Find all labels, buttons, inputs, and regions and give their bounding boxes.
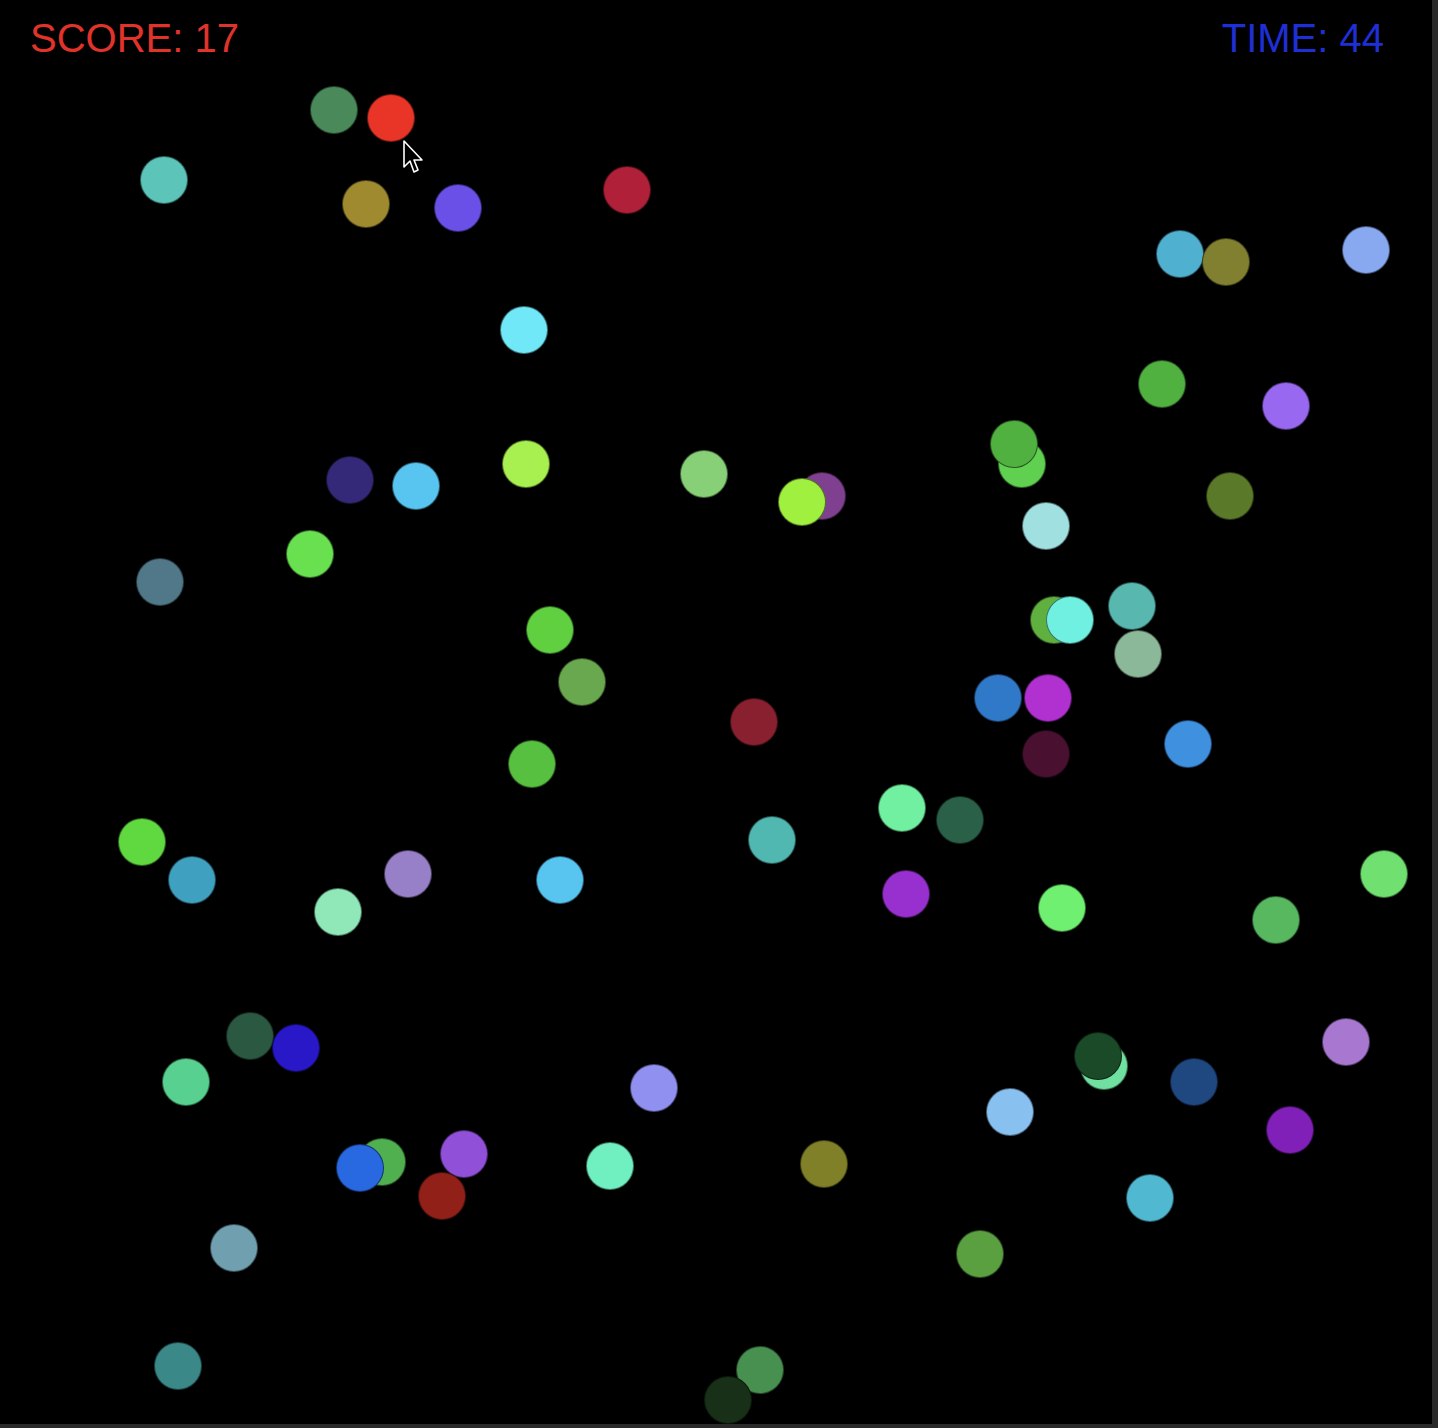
ball[interactable] xyxy=(1206,472,1254,520)
ball[interactable] xyxy=(272,1024,320,1072)
ball[interactable] xyxy=(1170,1058,1218,1106)
ball[interactable] xyxy=(154,1342,202,1390)
ball[interactable] xyxy=(586,1142,634,1190)
ball[interactable] xyxy=(800,1140,848,1188)
ball[interactable] xyxy=(418,1172,466,1220)
ball[interactable] xyxy=(1024,674,1072,722)
ball[interactable] xyxy=(326,456,374,504)
ball[interactable] xyxy=(1108,582,1156,630)
ball[interactable] xyxy=(778,478,826,526)
ball[interactable] xyxy=(1038,884,1086,932)
ball[interactable] xyxy=(508,740,556,788)
ball[interactable] xyxy=(1266,1106,1314,1154)
ball[interactable] xyxy=(1322,1018,1370,1066)
ball[interactable] xyxy=(536,856,584,904)
ball[interactable] xyxy=(730,698,778,746)
ball[interactable] xyxy=(434,184,482,232)
ball[interactable] xyxy=(1126,1174,1174,1222)
ball[interactable] xyxy=(1252,896,1300,944)
ball[interactable] xyxy=(118,818,166,866)
ball[interactable] xyxy=(1138,360,1186,408)
ball[interactable] xyxy=(392,462,440,510)
score-label: SCORE: 17 xyxy=(30,14,239,62)
ball[interactable] xyxy=(1046,596,1094,644)
ball[interactable] xyxy=(336,1144,384,1192)
ball[interactable] xyxy=(1156,230,1204,278)
ball[interactable] xyxy=(1360,850,1408,898)
ball[interactable] xyxy=(1074,1032,1122,1080)
ball[interactable] xyxy=(558,658,606,706)
ball[interactable] xyxy=(878,784,926,832)
ball[interactable] xyxy=(956,1230,1004,1278)
ball[interactable] xyxy=(342,180,390,228)
ball[interactable] xyxy=(310,86,358,134)
ball[interactable] xyxy=(1022,730,1070,778)
ball[interactable] xyxy=(226,1012,274,1060)
ball[interactable] xyxy=(162,1058,210,1106)
cursor-icon xyxy=(403,140,427,176)
ball[interactable] xyxy=(500,306,548,354)
ball[interactable] xyxy=(140,156,188,204)
ball[interactable] xyxy=(974,674,1022,722)
ball[interactable] xyxy=(1164,720,1212,768)
game-window: SCORE: 17 TIME: 44 xyxy=(0,0,1438,1428)
ball[interactable] xyxy=(748,816,796,864)
game-canvas[interactable]: SCORE: 17 TIME: 44 xyxy=(0,0,1432,1424)
ball[interactable] xyxy=(680,450,728,498)
ball[interactable] xyxy=(210,1224,258,1272)
ball[interactable] xyxy=(1022,502,1070,550)
ball[interactable] xyxy=(882,870,930,918)
time-label: TIME: 44 xyxy=(1222,14,1384,62)
ball[interactable] xyxy=(314,888,362,936)
ball[interactable] xyxy=(1262,382,1310,430)
ball[interactable] xyxy=(1114,630,1162,678)
ball[interactable] xyxy=(168,856,216,904)
ball[interactable] xyxy=(440,1130,488,1178)
ball[interactable] xyxy=(367,94,415,142)
ball[interactable] xyxy=(384,850,432,898)
ball[interactable] xyxy=(526,606,574,654)
ball[interactable] xyxy=(936,796,984,844)
ball[interactable] xyxy=(704,1376,752,1424)
ball[interactable] xyxy=(1202,238,1250,286)
ball[interactable] xyxy=(986,1088,1034,1136)
ball[interactable] xyxy=(502,440,550,488)
ball[interactable] xyxy=(136,558,184,606)
ball[interactable] xyxy=(990,420,1038,468)
ball[interactable] xyxy=(1342,226,1390,274)
ball[interactable] xyxy=(630,1064,678,1112)
ball[interactable] xyxy=(603,166,651,214)
ball[interactable] xyxy=(286,530,334,578)
